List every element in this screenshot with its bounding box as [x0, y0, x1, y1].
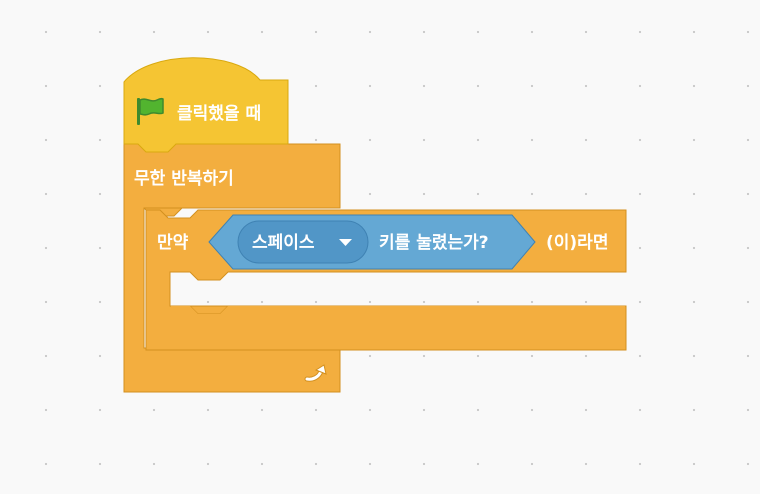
key-dropdown-value: 스페이스	[252, 233, 315, 253]
when-flag-clicked-block[interactable]: 클릭했을 때	[123, 57, 289, 153]
hat-label: 클릭했을 때	[177, 103, 261, 124]
then-label: (이)라면	[546, 233, 608, 253]
if-inner-notch-fill	[171, 306, 625, 349]
key-pressed-sensing-block[interactable]: 스페이스 키를 눌렸는가?	[208, 214, 536, 270]
if-label: 만약	[157, 232, 189, 253]
forever-label: 무한 반복하기	[134, 169, 234, 189]
key-pressed-label: 키를 눌렸는가?	[379, 233, 489, 253]
code-workspace[interactable]: 무한 반복하기 만약 (이)라면 스페이스 키를 눌렸는가? 클릭했을 때	[0, 0, 760, 494]
key-dropdown[interactable]: 스페이스	[237, 220, 369, 264]
